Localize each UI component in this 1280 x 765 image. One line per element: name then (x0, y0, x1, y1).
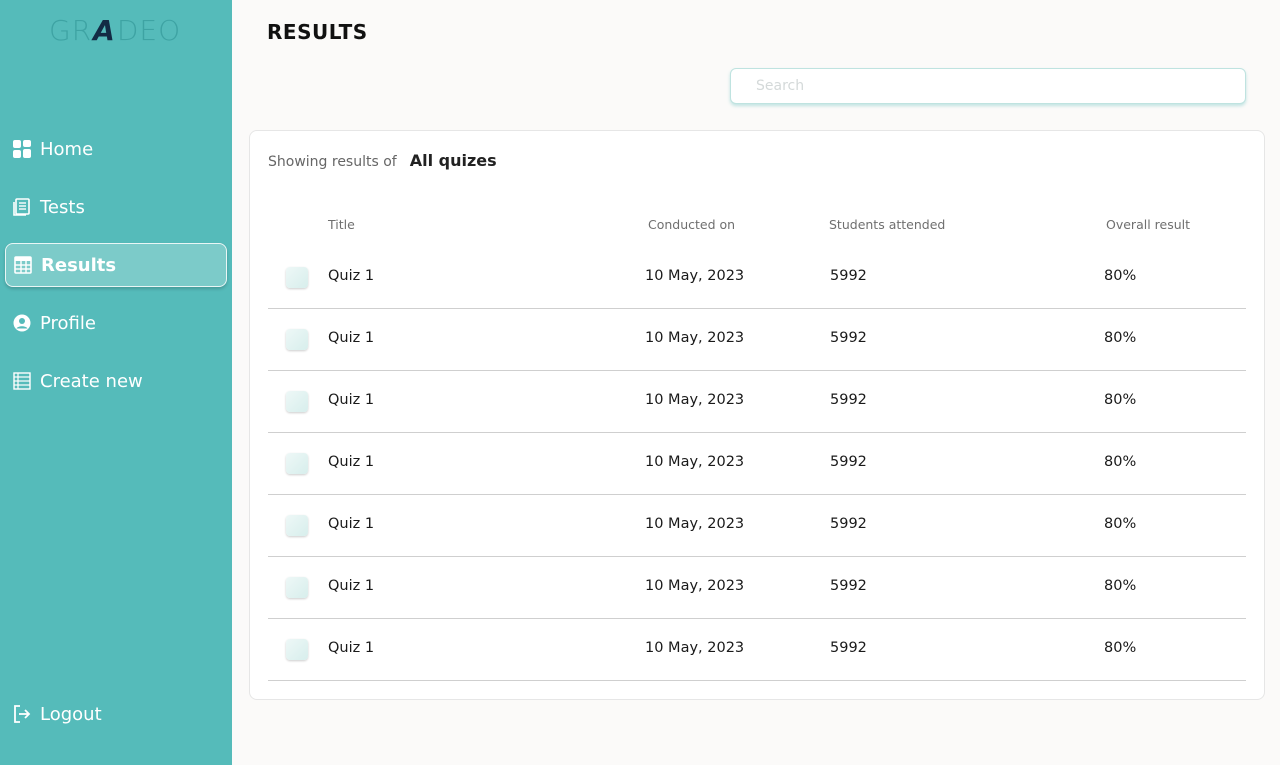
cell-conducted-on: 10 May, 2023 (645, 640, 745, 656)
cell-students-attended: 5992 (830, 392, 867, 408)
cell-students-attended: 5992 (830, 578, 867, 594)
sidebar-item-tests[interactable]: Tests (5, 185, 227, 229)
logo-text-left: GR (49, 13, 93, 47)
cell-overall-result: 80% (1104, 392, 1137, 408)
sidebar-item-label: Home (40, 138, 94, 160)
document-list-icon (12, 197, 32, 217)
logo-text-mid: A (93, 13, 116, 47)
cell-students-attended: 5992 (830, 516, 867, 532)
table-row[interactable]: Quiz 1 10 May, 2023 5992 80% (268, 309, 1246, 371)
cell-students-attended: 5992 (830, 268, 867, 284)
page-title: RESULTS (267, 20, 368, 44)
cell-title: Quiz 1 (328, 640, 375, 656)
row-checkbox[interactable] (286, 267, 308, 288)
cell-students-attended: 5992 (830, 640, 867, 656)
cell-overall-result: 80% (1104, 454, 1137, 470)
app-logo[interactable]: GR A DEO (49, 13, 182, 47)
cell-conducted-on: 10 May, 2023 (645, 392, 745, 408)
sidebar-item-profile[interactable]: Profile (5, 301, 227, 345)
column-header-conducted-on[interactable]: Conducted on (648, 217, 735, 232)
cell-conducted-on: 10 May, 2023 (645, 268, 745, 284)
sidebar-item-create-new[interactable]: Create new (5, 359, 227, 403)
cell-title: Quiz 1 (328, 268, 375, 284)
cell-overall-result: 80% (1104, 268, 1137, 284)
row-checkbox[interactable] (286, 453, 308, 474)
sidebar-item-label: Tests (40, 196, 85, 218)
cell-conducted-on: 10 May, 2023 (645, 330, 745, 346)
column-header-title[interactable]: Title (328, 217, 355, 232)
logout-label: Logout (40, 703, 102, 725)
sidebar-item-label: Create new (40, 370, 143, 392)
cell-conducted-on: 10 May, 2023 (645, 516, 745, 532)
cell-title: Quiz 1 (328, 454, 375, 470)
row-checkbox[interactable] (286, 391, 308, 412)
logo-text-right: DEO (116, 13, 182, 47)
cell-overall-result: 80% (1104, 516, 1137, 532)
row-checkbox[interactable] (286, 515, 308, 536)
table-row[interactable]: Quiz 1 10 May, 2023 5992 80% (268, 619, 1246, 681)
sidebar-item-home[interactable]: Home (5, 127, 227, 171)
sidebar-item-label: Profile (40, 312, 96, 334)
cell-students-attended: 5992 (830, 454, 867, 470)
row-checkbox[interactable] (286, 329, 308, 350)
cell-title: Quiz 1 (328, 578, 375, 594)
user-circle-icon (12, 313, 32, 333)
cell-conducted-on: 10 May, 2023 (645, 454, 745, 470)
table-row[interactable]: Quiz 1 10 May, 2023 5992 80% (268, 371, 1246, 433)
table-icon (13, 255, 33, 275)
column-header-students-attended[interactable]: Students attended (829, 217, 945, 232)
cell-overall-result: 80% (1104, 640, 1137, 656)
sidebar-item-results[interactable]: Results (5, 243, 227, 287)
column-header-overall-result[interactable]: Overall result (1106, 217, 1190, 232)
results-filter: Showing results of All quizes (268, 151, 497, 170)
cell-overall-result: 80% (1104, 330, 1137, 346)
cell-title: Quiz 1 (328, 516, 375, 532)
row-checkbox[interactable] (286, 639, 308, 660)
cell-title: Quiz 1 (328, 392, 375, 408)
results-panel: Showing results of All quizes Title Cond… (249, 130, 1265, 700)
search-input[interactable] (730, 68, 1246, 104)
cell-conducted-on: 10 May, 2023 (645, 578, 745, 594)
table-row[interactable]: Quiz 1 10 May, 2023 5992 80% (268, 247, 1246, 309)
table-header: Title Conducted on Students attended Ove… (268, 217, 1246, 237)
sidebar-item-label: Results (41, 254, 117, 276)
row-checkbox[interactable] (286, 577, 308, 598)
logout-icon (12, 704, 32, 724)
cell-students-attended: 5992 (830, 330, 867, 346)
table-row[interactable]: Quiz 1 10 May, 2023 5992 80% (268, 557, 1246, 619)
cell-title: Quiz 1 (328, 330, 375, 346)
filter-value[interactable]: All quizes (410, 151, 497, 170)
cell-overall-result: 80% (1104, 578, 1137, 594)
sidebar: GR A DEO Home Tests Results Profile Create… (0, 0, 232, 765)
list-add-icon (12, 371, 32, 391)
logout-button[interactable]: Logout (5, 692, 227, 736)
showing-label: Showing results of (268, 154, 397, 170)
grid-icon (12, 139, 32, 159)
table-row[interactable]: Quiz 1 10 May, 2023 5992 80% (268, 433, 1246, 495)
table-row[interactable]: Quiz 1 10 May, 2023 5992 80% (268, 495, 1246, 557)
